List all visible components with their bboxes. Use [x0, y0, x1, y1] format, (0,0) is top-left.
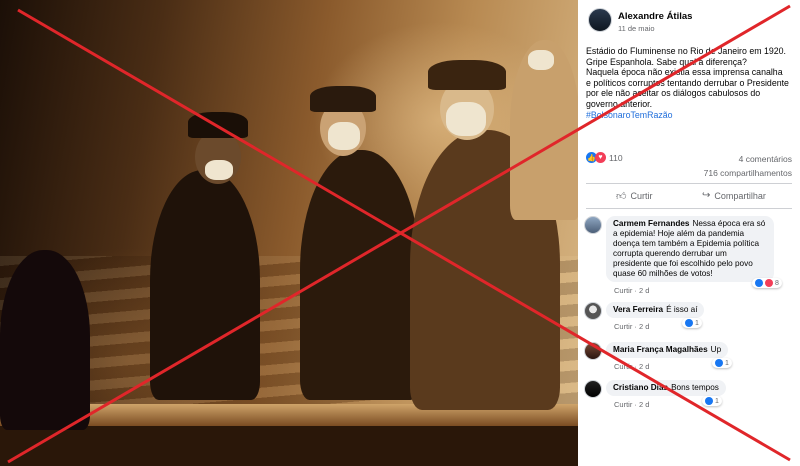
comment-reaction-count: 1 [715, 397, 719, 405]
comment-text: Up [710, 345, 722, 354]
post-text-line: por ele não aceitar os diálogos cabuloso… [586, 88, 761, 99]
thumbs-up-icon [715, 359, 723, 367]
comment: Maria França Magalhães Up Curtir · 2 d 1 [584, 342, 794, 378]
like-button[interactable]: 👍︎ Curtir [616, 190, 652, 202]
post-timestamp[interactable]: 11 de maio [618, 24, 655, 33]
comment: Cristiano Dias Bons tempos Curtir · 2 d 1 [584, 380, 794, 416]
shares-count[interactable]: 716 compartilhamentos [704, 168, 792, 178]
like-button-label: Curtir [630, 191, 653, 201]
share-button[interactable]: ↪ Compartilhar [702, 190, 766, 201]
face-mask [446, 102, 486, 136]
comment-bubble: Vera Ferreira É isso aí [606, 302, 705, 318]
spectator-figure [300, 150, 420, 400]
comment: Carmem Fernandes Nessa época era só a epi… [584, 216, 794, 296]
avatar[interactable] [584, 302, 602, 320]
comment-author[interactable]: Cristiano Dias [613, 383, 668, 392]
comment: Vera Ferreira É isso aí Curtir · 2 d 1 [584, 302, 794, 338]
avatar[interactable] [584, 380, 602, 398]
spectator-hat [428, 60, 506, 90]
comment-text: É isso aí [666, 305, 698, 314]
author-avatar[interactable] [588, 8, 612, 32]
facebook-post-panel: Alexandre Átilas 11 de maio Estádio do F… [578, 0, 800, 466]
divider [586, 183, 792, 184]
divider [586, 208, 792, 209]
comment-meta[interactable]: Curtir · 2 d [614, 286, 649, 295]
heart-icon [765, 279, 773, 287]
thumbs-up-icon [685, 319, 693, 327]
face-mask [328, 122, 360, 150]
comment-meta[interactable]: Curtir · 2 d [614, 362, 649, 371]
comment-author[interactable]: Maria França Magalhães [613, 345, 708, 354]
post-text: Estádio do Fluminense no Rio de Janeiro … [586, 46, 794, 120]
post-text-line: Naquela época não existia essa imprensa … [586, 67, 783, 78]
comment-reactions[interactable]: 8 [752, 278, 782, 288]
face-mask [205, 160, 233, 180]
comment-reactions[interactable]: 1 [702, 396, 722, 406]
comment-author[interactable]: Carmem Fernandes [613, 219, 689, 228]
comment-author[interactable]: Vera Ferreira [613, 305, 663, 314]
heart-icon: ♥ [595, 152, 606, 163]
post-text-line: Estádio do Fluminense no Rio de Janeiro … [586, 46, 787, 56]
spectator-hat [188, 112, 248, 138]
post-text-line: Gripe Espanhola. Sabe qual a diferença? [586, 56, 747, 67]
thumbs-up-icon [755, 279, 763, 287]
avatar[interactable] [584, 342, 602, 360]
comment-reaction-count: 8 [775, 279, 779, 287]
comment-reactions[interactable]: 1 [712, 358, 732, 368]
comment-reaction-count: 1 [695, 319, 699, 327]
reaction-summary[interactable]: 👍 ♥ 110 [586, 152, 623, 163]
comment-reaction-count: 1 [725, 359, 729, 367]
spectator-hat [310, 86, 376, 112]
reaction-count: 110 [609, 152, 623, 163]
spectator-figure [0, 250, 90, 430]
comment-reactions[interactable]: 1 [682, 318, 702, 328]
comment-bubble: Cristiano Dias Bons tempos [606, 380, 726, 396]
author-name[interactable]: Alexandre Átilas [618, 11, 692, 22]
stadium-floor [0, 426, 578, 466]
thumbs-up-icon [705, 397, 713, 405]
avatar[interactable] [584, 216, 602, 234]
hashtag-link[interactable]: #BolsonaroTemRazão [586, 110, 794, 121]
comment-text: Bons tempos [671, 383, 719, 392]
post-text-line: e políticos corruptos tentando derrubar … [586, 77, 789, 88]
comment-meta[interactable]: Curtir · 2 d [614, 322, 649, 331]
spectator-figure [150, 170, 260, 400]
post-text-line: governo anterior. [586, 98, 653, 109]
face-mask [528, 50, 554, 70]
share-button-label: Compartilhar [714, 190, 766, 201]
comment-meta[interactable]: Curtir · 2 d [614, 400, 649, 409]
historical-photo [0, 0, 578, 466]
thumbs-up-icon: 👍︎ [616, 191, 627, 202]
comments-count[interactable]: 4 comentários [739, 154, 792, 164]
share-arrow-icon: ↪ [702, 190, 711, 201]
comment-bubble: Carmem Fernandes Nessa época era só a epi… [606, 216, 774, 282]
comment-bubble: Maria França Magalhães Up [606, 342, 729, 358]
